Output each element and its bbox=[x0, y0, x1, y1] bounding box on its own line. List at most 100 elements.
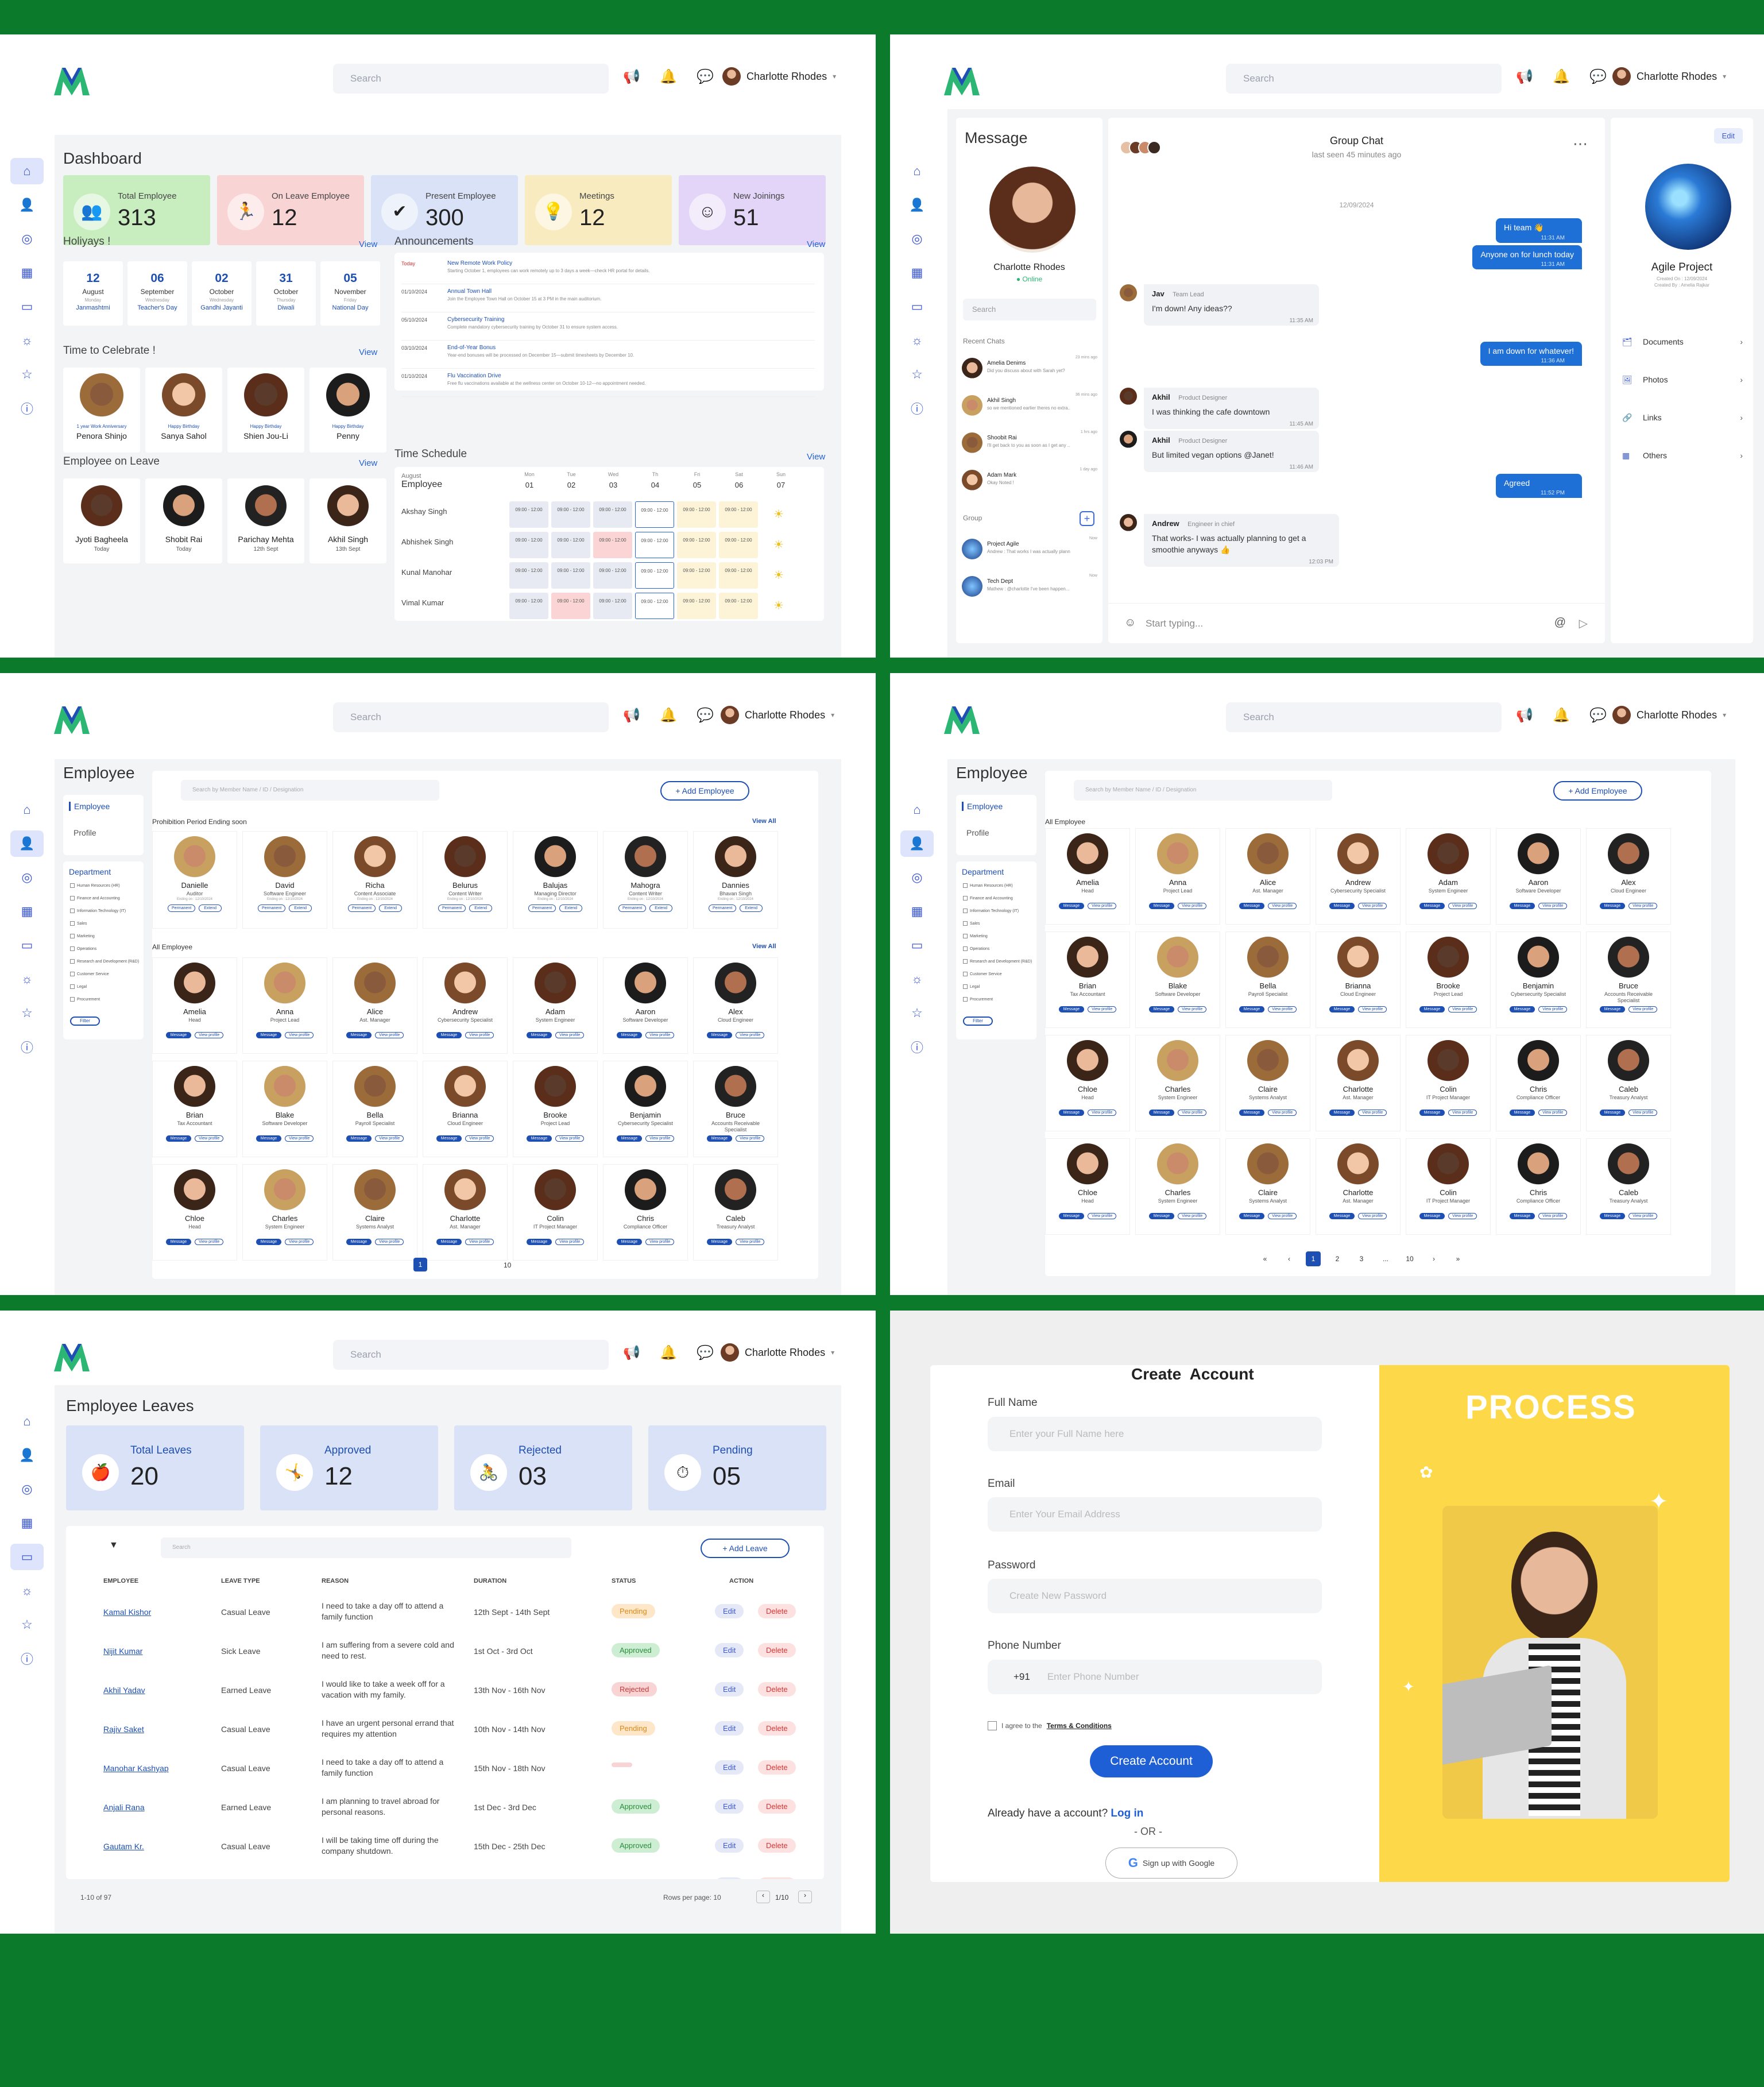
view-profile-button[interactable]: View profile bbox=[1268, 1006, 1297, 1012]
department-checkbox[interactable]: Research and Development (R&D) bbox=[963, 959, 1032, 964]
message-button[interactable]: Message bbox=[1329, 1006, 1355, 1012]
star-icon[interactable]: ☆ bbox=[900, 361, 934, 388]
permanent-button[interactable]: Permanent bbox=[708, 905, 737, 912]
search-input[interactable]: Search bbox=[333, 702, 609, 732]
delete-button[interactable]: Delete bbox=[758, 1682, 796, 1696]
view-profile-button[interactable]: View profile bbox=[1268, 903, 1297, 909]
department-checkbox[interactable]: Human Resources (HR) bbox=[963, 883, 1013, 888]
edit-button[interactable]: Edit bbox=[715, 1721, 744, 1736]
view-profile-button[interactable]: View profile bbox=[1268, 1110, 1297, 1116]
view-link[interactable]: View bbox=[807, 239, 825, 249]
terms-checkbox[interactable] bbox=[988, 1721, 997, 1730]
schedule-slot[interactable]: 09:00 - 12:00 bbox=[551, 532, 590, 558]
calendar-icon[interactable]: ▦ bbox=[10, 898, 44, 925]
page-1-button[interactable]: 1 bbox=[413, 1258, 427, 1271]
view-profile-button[interactable]: View profile bbox=[645, 1135, 675, 1142]
department-checkbox[interactable]: Legal bbox=[70, 984, 87, 989]
employee-link[interactable]: Nijit Kumar bbox=[103, 1647, 142, 1656]
message-button[interactable]: Message bbox=[1599, 903, 1626, 909]
permanent-button[interactable]: Permanent bbox=[438, 905, 466, 912]
view-profile-button[interactable]: View profile bbox=[1448, 903, 1477, 909]
calendar-icon[interactable]: ▦ bbox=[900, 898, 934, 925]
sun-icon[interactable]: ☼ bbox=[10, 966, 44, 992]
user-menu[interactable]: Charlotte Rhodes ▾ bbox=[722, 67, 836, 86]
leave-stat-card[interactable]: ⏱ Pending 05 bbox=[648, 1425, 826, 1510]
message-button[interactable]: Message bbox=[436, 1032, 462, 1038]
extend-button[interactable]: Extend bbox=[740, 905, 763, 912]
extend-button[interactable]: Extend bbox=[379, 905, 403, 912]
message-button[interactable]: Message bbox=[1148, 1110, 1175, 1116]
view-profile-button[interactable]: View profile bbox=[1088, 903, 1117, 909]
view-profile-button[interactable]: View profile bbox=[1358, 1006, 1387, 1012]
view-profile-button[interactable]: View profile bbox=[1178, 1110, 1207, 1116]
schedule-slot[interactable]: 09:00 - 12:00 bbox=[635, 593, 674, 619]
message-button[interactable]: Message bbox=[1599, 1006, 1626, 1012]
message-button[interactable]: Message bbox=[706, 1239, 733, 1245]
view-profile-button[interactable]: View profile bbox=[465, 1032, 494, 1038]
message-button[interactable]: Message bbox=[256, 1032, 282, 1038]
bell-icon[interactable]: 🔔 bbox=[1553, 706, 1570, 724]
schedule-slot[interactable]: 09:00 - 12:00 bbox=[719, 562, 758, 589]
email-input[interactable]: Enter Your Email Address bbox=[988, 1497, 1322, 1532]
view-profile-button[interactable]: View profile bbox=[1538, 1213, 1568, 1219]
department-checkbox[interactable]: Human Resources (HR) bbox=[70, 883, 120, 888]
department-checkbox[interactable]: Operations bbox=[70, 946, 96, 951]
chat-icon[interactable]: 💬 bbox=[697, 706, 714, 724]
permanent-button[interactable]: Permanent bbox=[257, 905, 286, 912]
edit-button[interactable]: Edit bbox=[715, 1643, 744, 1657]
home-icon[interactable]: ⌂ bbox=[10, 797, 44, 823]
view-profile-button[interactable]: View profile bbox=[465, 1135, 494, 1142]
stat-card[interactable]: 👥 Total Employee 313 bbox=[63, 175, 210, 245]
shared-link-item[interactable]: 🗂 Documents › bbox=[1622, 333, 1743, 350]
search-input[interactable]: Search bbox=[333, 64, 609, 94]
team-icon[interactable]: ◎ bbox=[900, 864, 934, 891]
filter-button[interactable]: Filter bbox=[963, 1017, 993, 1026]
chat-search-input[interactable]: Search bbox=[963, 299, 1096, 320]
view-profile-button[interactable]: View profile bbox=[1448, 1110, 1477, 1116]
leave-search-input[interactable]: Search bbox=[161, 1537, 571, 1558]
view-profile-button[interactable]: View profile bbox=[1628, 1006, 1658, 1012]
view-profile-button[interactable]: View profile bbox=[736, 1135, 765, 1142]
message-button[interactable]: Message bbox=[1239, 1006, 1265, 1012]
message-button[interactable]: Message bbox=[1148, 1006, 1175, 1012]
user-menu[interactable]: Charlotte Rhodes ▾ bbox=[1612, 67, 1726, 86]
stat-card[interactable]: 🏃 On Leave Employee 12 bbox=[217, 175, 364, 245]
view-link[interactable]: View bbox=[807, 452, 825, 462]
view-profile-button[interactable]: View profile bbox=[1448, 1213, 1477, 1219]
megaphone-icon[interactable]: 📢 bbox=[623, 706, 640, 724]
view-profile-button[interactable]: View profile bbox=[1088, 1213, 1117, 1219]
view-profile-button[interactable]: View profile bbox=[555, 1032, 585, 1038]
view-profile-button[interactable]: View profile bbox=[1178, 1006, 1207, 1012]
department-checkbox[interactable]: Information Technology (IT) bbox=[963, 909, 1019, 913]
employee-link[interactable]: Akhil Yadav bbox=[103, 1686, 145, 1695]
group-chat-item[interactable]: Tech Dept Mathew : @charlotte I've been … bbox=[962, 571, 1097, 605]
team-icon[interactable]: ◎ bbox=[900, 226, 934, 252]
view-profile-button[interactable]: View profile bbox=[285, 1032, 314, 1038]
view-profile-button[interactable]: View profile bbox=[1358, 1213, 1387, 1219]
view-profile-button[interactable]: View profile bbox=[285, 1135, 314, 1142]
department-checkbox[interactable]: Customer Service bbox=[963, 972, 1002, 976]
announcement-item[interactable]: 01/10/2024 Flu Vaccination Drive Free fl… bbox=[401, 371, 815, 397]
view-link[interactable]: View bbox=[359, 347, 377, 357]
view-profile-button[interactable]: View profile bbox=[1088, 1006, 1117, 1012]
employee-link[interactable]: Rajiv Saket bbox=[103, 1725, 144, 1734]
star-icon[interactable]: ☆ bbox=[10, 1000, 44, 1026]
schedule-slot[interactable]: 09:00 - 12:00 bbox=[509, 532, 548, 558]
team-icon[interactable]: ◎ bbox=[10, 1476, 44, 1502]
password-input[interactable]: Create New Password bbox=[988, 1579, 1322, 1613]
calendar-icon[interactable]: ▦ bbox=[10, 1510, 44, 1536]
home-icon[interactable]: ⌂ bbox=[900, 797, 934, 823]
message-button[interactable]: Message bbox=[1058, 1213, 1085, 1219]
message-button[interactable]: Message bbox=[1329, 1213, 1355, 1219]
message-button[interactable]: Message bbox=[256, 1135, 282, 1142]
message-button[interactable]: Message bbox=[165, 1135, 192, 1142]
info-icon[interactable]: ⓘ bbox=[10, 395, 44, 422]
recent-chat-item[interactable]: Akhil Singh so we mentioned earlier ther… bbox=[962, 391, 1097, 424]
add-leave-button[interactable]: + Add Leave bbox=[701, 1539, 790, 1558]
user-menu[interactable]: Charlotte Rhodes ▾ bbox=[721, 706, 834, 724]
message-button[interactable]: Message bbox=[1148, 903, 1175, 909]
message-button[interactable]: Message bbox=[1058, 903, 1085, 909]
info-icon[interactable]: ⓘ bbox=[10, 1034, 44, 1060]
edit-button[interactable]: Edit bbox=[715, 1604, 744, 1618]
page-button[interactable]: › bbox=[1426, 1251, 1441, 1266]
